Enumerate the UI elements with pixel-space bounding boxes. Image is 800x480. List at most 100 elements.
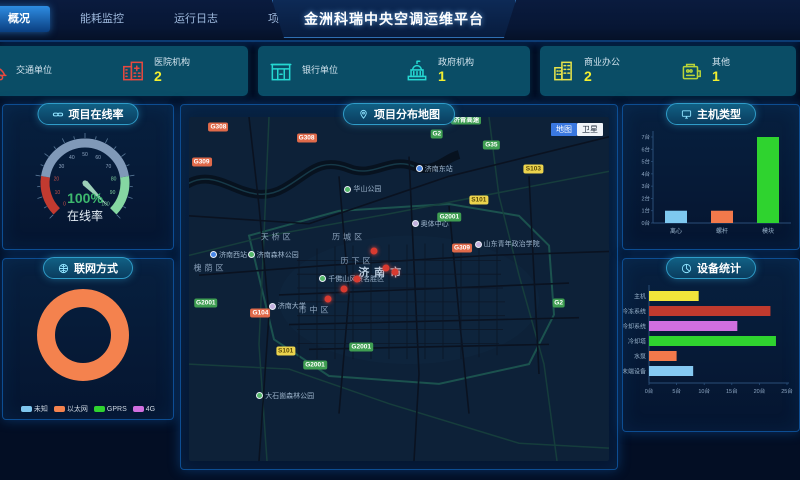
svg-text:20: 20 bbox=[54, 176, 60, 182]
svg-text:10台: 10台 bbox=[698, 387, 710, 395]
network-legend: 未知以太网 GPRS 4G bbox=[3, 404, 173, 414]
map-road-shield: S101 bbox=[276, 346, 295, 355]
other-icon bbox=[678, 58, 704, 84]
stat-item-0: 交通单位 bbox=[0, 58, 110, 84]
svg-text:20台: 20台 bbox=[754, 387, 766, 395]
stat-label: 其他 bbox=[712, 57, 730, 68]
map-poi: 千佛山风景名胜区 bbox=[319, 274, 384, 284]
map-road-shield: 济青高速 bbox=[451, 117, 481, 125]
panel-project-map: 项目分布地图 bbox=[180, 104, 618, 470]
dashboard: 概况能耗监控运行日志项目列表视频监控 金洲科瑞中央空调运维平台 交通单位医院机构… bbox=[0, 0, 800, 480]
project-marker[interactable] bbox=[383, 265, 390, 272]
map-mode-switch: 地图 卫星 bbox=[551, 123, 603, 136]
transport-icon bbox=[0, 58, 8, 84]
svg-text:离心: 离心 bbox=[670, 227, 682, 235]
map-poi: 奥体中心 bbox=[412, 219, 449, 229]
map-road-shield: G35 bbox=[483, 140, 499, 149]
svg-text:在线率: 在线率 bbox=[67, 208, 103, 223]
project-marker[interactable] bbox=[354, 275, 361, 282]
legend-item-GPRS[interactable]: GPRS bbox=[94, 406, 127, 413]
stat-label: 银行单位 bbox=[302, 65, 338, 76]
map-poi-dot bbox=[319, 275, 326, 282]
panel-network-type-header: 联网方式 bbox=[43, 257, 133, 279]
map-poi-dot bbox=[412, 220, 419, 227]
panel-title: 设备统计 bbox=[697, 260, 741, 276]
monitor-icon bbox=[681, 109, 692, 120]
panel-title: 项目在线率 bbox=[69, 106, 124, 122]
map-pin-icon bbox=[358, 109, 369, 120]
svg-text:水泵: 水泵 bbox=[634, 353, 646, 361]
map-poi: 华山公园 bbox=[344, 184, 381, 194]
map-road-shield: S101 bbox=[469, 195, 488, 204]
panel-title: 主机类型 bbox=[697, 106, 741, 122]
stat-label: 商业办公 bbox=[584, 57, 620, 68]
stat-item-3: 政府机构1 bbox=[394, 57, 530, 86]
map-poi-dot bbox=[416, 165, 423, 172]
svg-text:25台: 25台 bbox=[781, 387, 793, 395]
svg-text:40: 40 bbox=[69, 155, 75, 161]
map-road-shield: G309 bbox=[452, 243, 472, 252]
project-marker[interactable] bbox=[324, 296, 331, 303]
hospital-icon bbox=[120, 58, 146, 84]
svg-text:2台: 2台 bbox=[641, 194, 650, 202]
panel-host-type: 主机类型 0台1台2台3台4台5台6台7台离心螺杆模块 bbox=[622, 104, 800, 250]
map-poi: 山东青年政治学院 bbox=[475, 239, 540, 249]
map-poi-dot bbox=[248, 251, 255, 258]
stat-card-group-2: 商业办公2 其他1 bbox=[540, 46, 796, 96]
svg-text:螺杆: 螺杆 bbox=[716, 227, 728, 235]
svg-text:15台: 15台 bbox=[726, 387, 738, 395]
nav-tab-1[interactable]: 能耗监控 bbox=[60, 6, 144, 32]
top-nav: 概况能耗监控运行日志项目列表视频监控 金洲科瑞中央空调运维平台 bbox=[0, 0, 800, 42]
project-marker[interactable] bbox=[370, 248, 377, 255]
map-poi: 济南东站 bbox=[416, 164, 453, 174]
svg-text:5台: 5台 bbox=[641, 158, 650, 166]
map-road-shield: G2001 bbox=[303, 360, 327, 369]
stat-value: 1 bbox=[438, 68, 474, 86]
network-donut-chart bbox=[3, 277, 173, 393]
svg-text:5台: 5台 bbox=[672, 387, 681, 395]
svg-text:100%: 100% bbox=[67, 190, 103, 206]
panel-online-rate: 项目在线率 0102030405060708090100100%在线率 bbox=[2, 104, 174, 250]
map-mode-satellite-button[interactable]: 卫星 bbox=[577, 123, 603, 136]
stat-card-group-1: 银行单位 政府机构1 bbox=[258, 46, 530, 96]
map-mode-map-button[interactable]: 地图 bbox=[551, 123, 577, 136]
svg-text:冷却系统: 冷却系统 bbox=[623, 323, 646, 331]
map-road-shield: G2001 bbox=[349, 343, 373, 352]
stat-card-group-0: 交通单位医院机构2 bbox=[0, 46, 248, 96]
map-district-label: 历城区 bbox=[332, 232, 365, 243]
panel-network-type: 联网方式 未知以太网 GPRS 4G bbox=[2, 258, 174, 420]
panel-title: 联网方式 bbox=[74, 260, 118, 276]
stat-label: 交通单位 bbox=[16, 65, 52, 76]
svg-text:主机: 主机 bbox=[634, 293, 646, 301]
host-type-bar-chart: 0台1台2台3台4台5台6台7台离心螺杆模块 bbox=[623, 123, 799, 249]
map-poi-dot bbox=[256, 392, 263, 399]
map-poi: 济南森林公园 bbox=[248, 250, 299, 260]
panel-title: 项目分布地图 bbox=[374, 106, 440, 122]
project-marker[interactable] bbox=[391, 268, 398, 275]
stat-value: 2 bbox=[154, 68, 190, 86]
svg-text:1台: 1台 bbox=[641, 207, 650, 215]
legend-item-4G[interactable]: 4G bbox=[133, 406, 155, 413]
nav-tab-2[interactable]: 运行日志 bbox=[154, 6, 238, 32]
svg-text:冷却塔: 冷却塔 bbox=[628, 338, 646, 346]
globe-icon bbox=[58, 263, 69, 274]
office-icon bbox=[550, 58, 576, 84]
map-canvas[interactable]: 天桥区历城区历下区槐荫区市中区济南市G308G309G308G309G104S1… bbox=[189, 117, 609, 461]
nav-tab-0[interactable]: 概况 bbox=[0, 6, 50, 32]
svg-text:80: 80 bbox=[111, 176, 117, 182]
map-road-shield: G2 bbox=[552, 298, 565, 307]
svg-text:7台: 7台 bbox=[641, 133, 650, 141]
stat-value: 1 bbox=[712, 68, 730, 86]
svg-text:6台: 6台 bbox=[641, 145, 650, 153]
legend-item-未知[interactable]: 未知 bbox=[21, 404, 48, 414]
link-icon bbox=[53, 109, 64, 120]
map-poi-dot bbox=[344, 186, 351, 193]
map-poi-dot bbox=[269, 303, 276, 310]
bank-icon bbox=[268, 58, 294, 84]
pie-chart-icon bbox=[681, 263, 692, 274]
svg-text:70: 70 bbox=[106, 164, 112, 170]
map-road-shield: G104 bbox=[250, 309, 270, 318]
legend-item-以太网[interactable]: 以太网 bbox=[54, 404, 88, 414]
project-marker[interactable] bbox=[341, 286, 348, 293]
stat-value: 2 bbox=[584, 68, 620, 86]
